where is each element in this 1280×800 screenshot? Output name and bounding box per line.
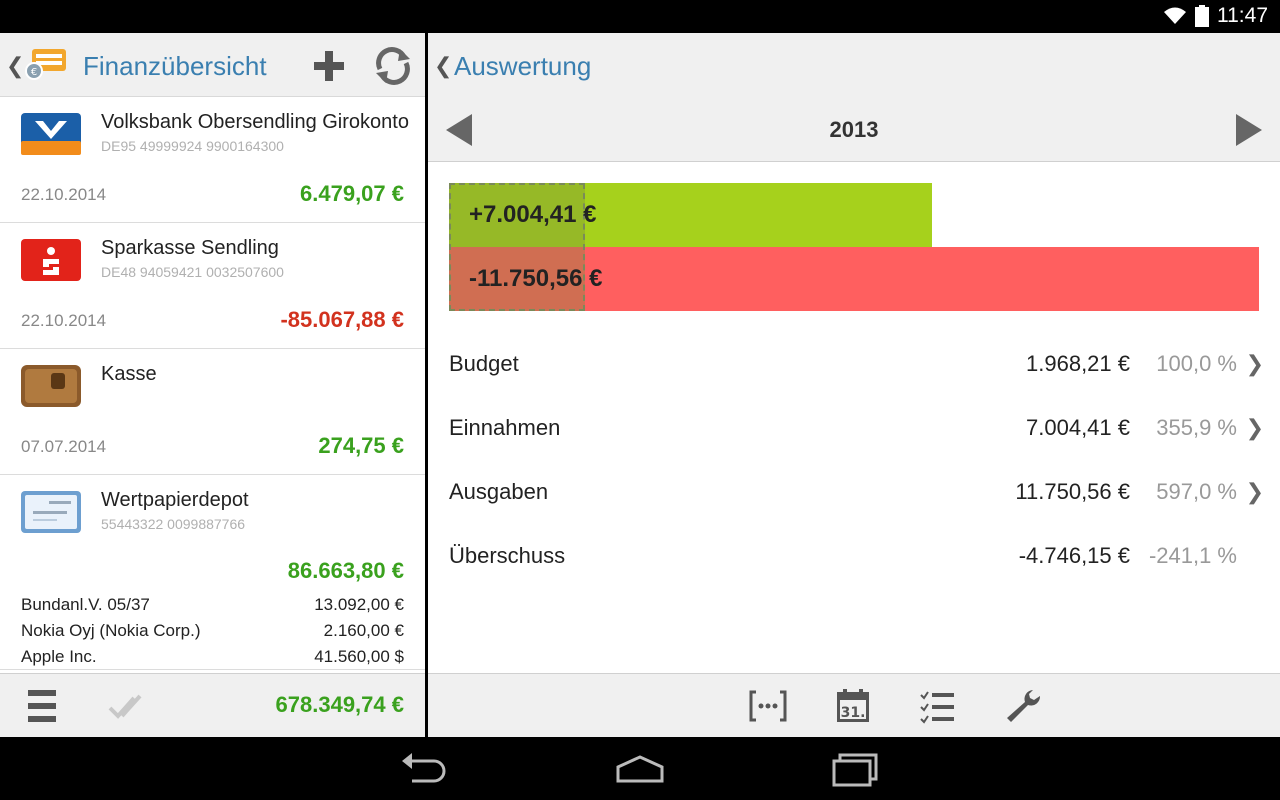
summary-list: Budget 1.968,21 € 100,0 % ❯ Einnahmen 7.…: [428, 333, 1280, 589]
wallet-icon: [21, 365, 81, 407]
chevron-right-icon: ❯: [1245, 479, 1264, 504]
analysis-pane: ❮ Auswertung 2013 +7.004,41 € -11.750,56…: [428, 33, 1280, 737]
holding-value: 13.092,00 €: [314, 595, 404, 614]
accounts-footer: 678.349,74 €: [0, 673, 425, 737]
account-name: Kasse: [101, 363, 157, 385]
analysis-header: ❮ Auswertung: [428, 33, 1280, 97]
account-item-volksbank[interactable]: Volksbank Obersendling Girokonto DE95 49…: [0, 97, 425, 223]
back-icon[interactable]: [398, 751, 450, 787]
add-icon[interactable]: [308, 45, 350, 87]
app-logo-icon[interactable]: €: [24, 45, 68, 81]
income-bar-label: +7.004,41 €: [469, 201, 597, 228]
summary-percent: 355,9 %: [1156, 415, 1237, 440]
holding-row[interactable]: Bundanl.V. 05/37 13.092,00 €: [21, 592, 404, 618]
range-select-icon[interactable]: [748, 688, 788, 724]
account-name: Volksbank Obersendling Girokonto: [101, 111, 409, 133]
holding-name: Apple Inc.: [21, 647, 97, 666]
page-title: Finanzübersicht: [83, 51, 267, 81]
svg-text:31.: 31.: [841, 705, 866, 721]
summary-label: Überschuss: [449, 543, 566, 568]
accounts-header: ❮ € Finanzübersicht: [0, 33, 425, 97]
summary-label: Budget: [449, 351, 519, 376]
chevron-right-icon: ❯: [1245, 415, 1264, 440]
recent-apps-icon[interactable]: [830, 751, 882, 787]
accounts-pane: ❮ € Finanzübersicht Volksbank Obersendli…: [0, 33, 425, 737]
account-iban: DE95 49999924 9900164300: [101, 138, 284, 154]
holding-row[interactable]: Nokia Oyj (Nokia Corp.) 2.160,00 €: [21, 618, 404, 644]
holding-name: Nokia Oyj (Nokia Corp.): [21, 621, 201, 640]
checklist-icon[interactable]: [918, 688, 958, 724]
sync-icon[interactable]: [372, 45, 414, 87]
back-chevron-icon[interactable]: ❮: [6, 53, 24, 79]
account-iban: DE48 94059421 0032507600: [101, 264, 284, 280]
analysis-title[interactable]: Auswertung: [454, 51, 591, 82]
certificate-icon: [21, 491, 81, 533]
account-balance: -85.067,88 €: [280, 307, 404, 332]
double-check-icon[interactable]: [108, 690, 148, 722]
battery-icon: [1195, 5, 1209, 27]
wifi-icon: [1164, 7, 1186, 24]
next-year-icon[interactable]: [1234, 114, 1262, 146]
menu-icon[interactable]: [26, 688, 58, 724]
account-iban: 55443322 0099887766: [101, 516, 246, 532]
income-expense-chart: +7.004,41 € -11.750,56 €: [449, 183, 1259, 311]
clock: 11:47: [1217, 4, 1268, 27]
system-nav-bar: [0, 737, 1280, 800]
wrench-icon[interactable]: [1003, 688, 1043, 724]
account-balance: 6.479,07 €: [300, 181, 404, 206]
holdings-list: Bundanl.V. 05/37 13.092,00 € Nokia Oyj (…: [21, 592, 404, 670]
summary-percent: 100,0 %: [1156, 351, 1237, 376]
account-item-sparkasse[interactable]: Sparkasse Sendling DE48 94059421 0032507…: [0, 223, 425, 349]
summary-row-budget[interactable]: Budget 1.968,21 € 100,0 % ❯: [428, 333, 1280, 397]
home-icon[interactable]: [614, 751, 666, 787]
year-label: 2013: [829, 117, 879, 142]
calendar-icon[interactable]: 31.: [833, 688, 873, 724]
summary-percent: 597,0 %: [1156, 479, 1237, 504]
expense-bar-label: -11.750,56 €: [469, 265, 603, 292]
account-balance: 274,75 €: [318, 433, 404, 458]
summary-amount: -4.746,15 €: [1018, 543, 1130, 568]
holding-row[interactable]: Apple Inc. 41.560,00 $: [21, 644, 404, 670]
sparkasse-icon: [21, 239, 81, 281]
analysis-toolbar: 31.: [428, 673, 1280, 737]
holding-name: Bundanl.V. 05/37: [21, 595, 150, 614]
account-name: Wertpapierdepot: [101, 489, 249, 511]
summary-amount: 7.004,41 €: [1026, 415, 1130, 440]
holding-value: 2.160,00 €: [323, 621, 404, 640]
status-bar: 11:47: [0, 0, 1280, 33]
summary-amount: 11.750,56 €: [1015, 479, 1130, 504]
summary-row-surplus: Überschuss -4.746,15 € -241,1 %: [428, 525, 1280, 589]
account-date: 07.07.2014: [21, 437, 107, 456]
volksbank-icon: [21, 113, 81, 155]
total-balance: 678.349,74 €: [275, 692, 404, 717]
account-item-depot[interactable]: Wertpapierdepot 55443322 0099887766 86.6…: [0, 475, 425, 670]
summary-row-income[interactable]: Einnahmen 7.004,41 € 355,9 % ❯: [428, 397, 1280, 461]
year-selector: 2013: [428, 97, 1280, 162]
holding-value: 41.560,00 $: [314, 647, 404, 666]
account-date: 22.10.2014: [21, 311, 107, 330]
summary-label: Ausgaben: [449, 479, 549, 504]
summary-percent: -241,1 %: [1148, 543, 1237, 568]
chevron-right-icon: ❯: [1245, 351, 1264, 376]
svg-text:€: €: [31, 67, 37, 78]
account-balance: 86.663,80 €: [287, 558, 404, 583]
summary-amount: 1.968,21 €: [1026, 351, 1130, 376]
account-item-kasse[interactable]: Kasse 07.07.2014 274,75 €: [0, 349, 425, 475]
account-date: 22.10.2014: [21, 185, 107, 204]
back-chevron-icon[interactable]: ❮: [434, 53, 452, 79]
account-name: Sparkasse Sendling: [101, 237, 279, 259]
summary-row-expenses[interactable]: Ausgaben 11.750,56 € 597,0 % ❯: [428, 461, 1280, 525]
summary-label: Einnahmen: [449, 415, 561, 440]
